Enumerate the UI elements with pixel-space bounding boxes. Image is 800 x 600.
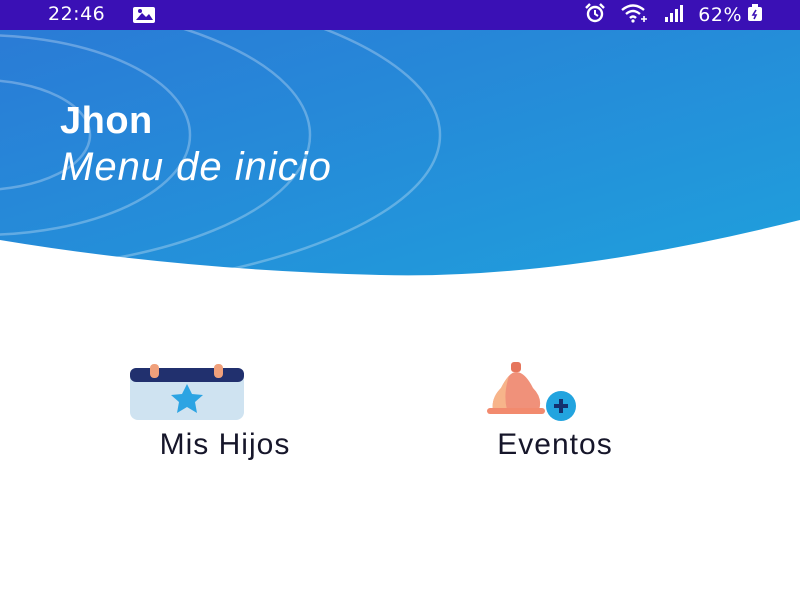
image-icon (132, 6, 156, 28)
calendar-star-icon (130, 358, 250, 425)
menu-item-label: Mis Hijos (159, 428, 291, 461)
header-banner: Jhon Menu de inicio (0, 30, 800, 280)
status-icons: 62% (584, 2, 764, 28)
menu-item-label: Eventos (497, 428, 613, 461)
page-title: Menu de inicio (60, 145, 332, 189)
menu-item-eventos[interactable]: Eventos (425, 358, 685, 468)
wifi-icon (620, 3, 650, 27)
menu-item-mis-hijos[interactable]: Mis Hijos (95, 358, 355, 468)
alarm-icon (584, 3, 606, 27)
bell-add-icon (473, 358, 593, 427)
battery-percentage: 62% (698, 4, 742, 26)
battery-icon (746, 4, 764, 26)
status-bar: 22:46 62% (0, 0, 800, 30)
user-name: Jhon (60, 100, 153, 142)
signal-icon (664, 4, 684, 26)
status-time: 22:46 (48, 3, 106, 25)
